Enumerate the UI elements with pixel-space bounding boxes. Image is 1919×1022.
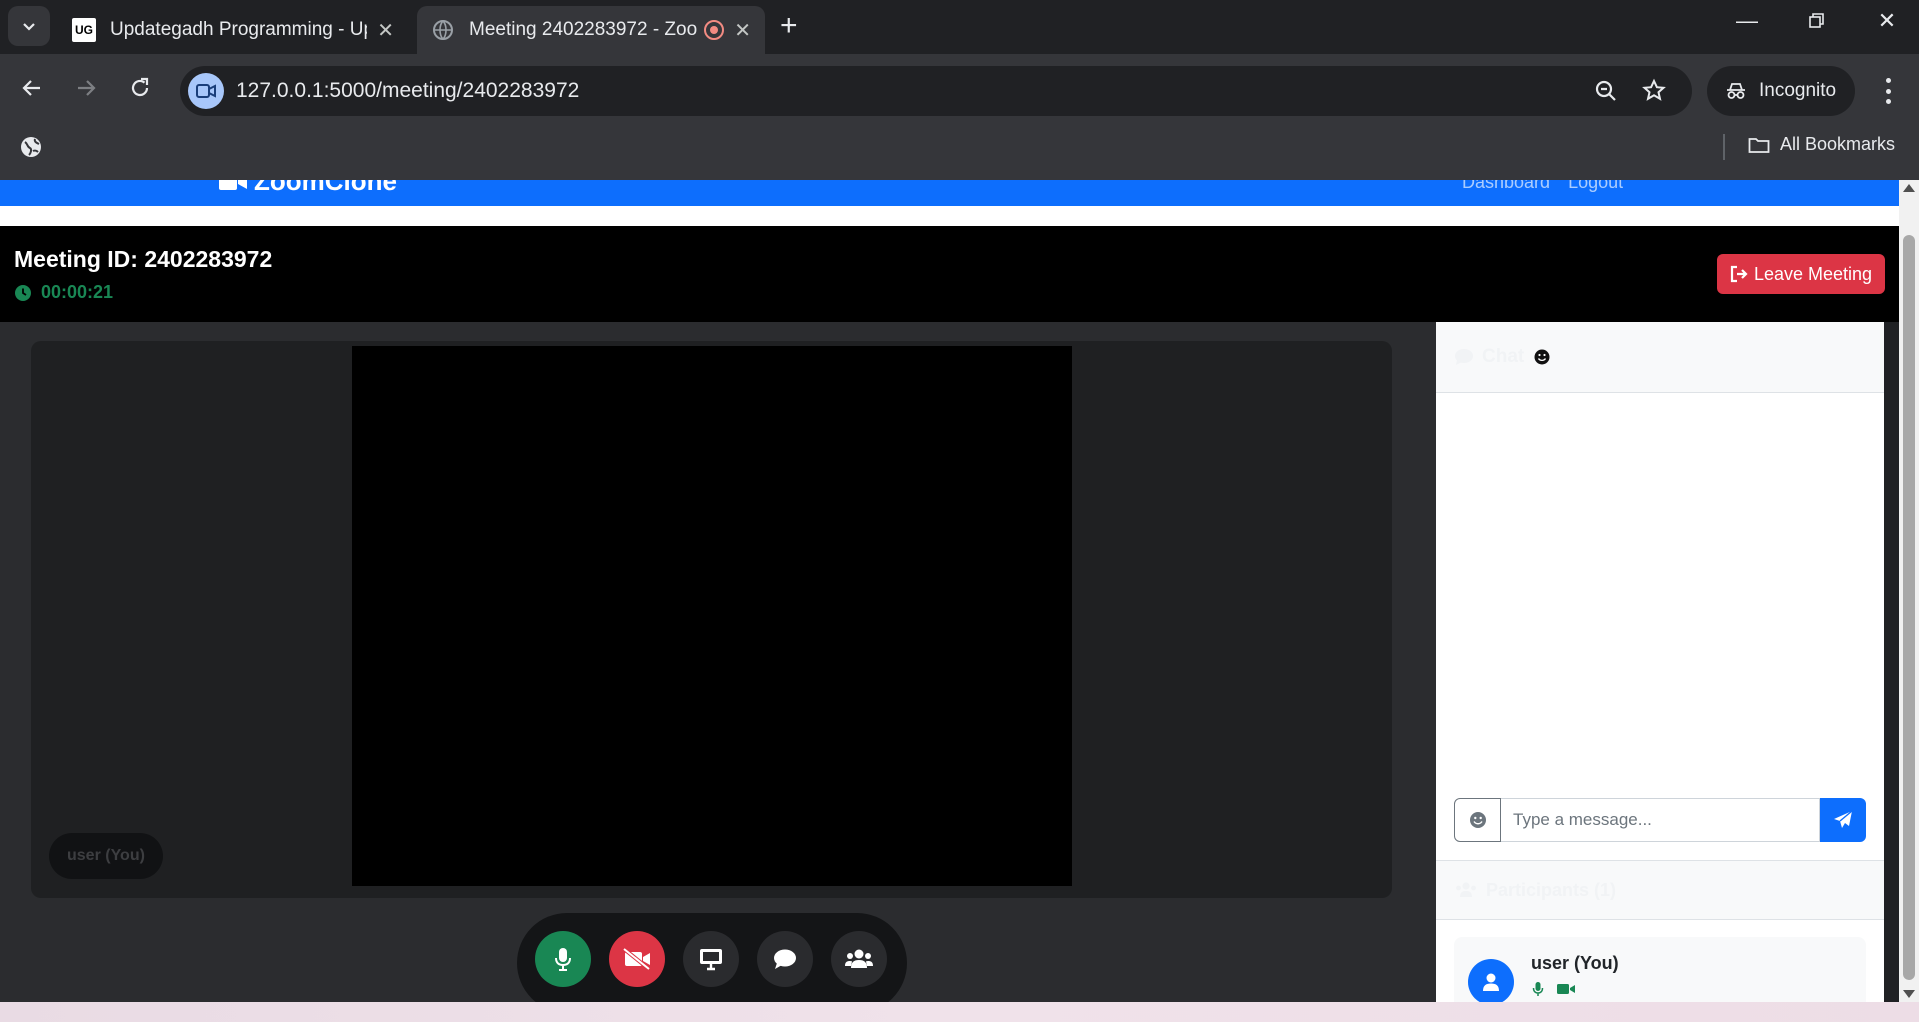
emoji-picker-button[interactable] <box>1454 798 1501 842</box>
camera-toggle-button[interactable] <box>609 931 665 987</box>
video-slash-icon <box>622 947 651 971</box>
comment-icon <box>774 949 796 969</box>
site-camera-icon[interactable] <box>188 73 224 109</box>
chat-input-group <box>1454 798 1866 842</box>
folder-icon <box>1748 137 1770 153</box>
arrow-left-icon <box>22 80 40 96</box>
video-camera-icon <box>219 180 247 190</box>
meeting-header: Meeting ID: 2402283972 00:00:21 Leave Me… <box>0 226 1899 322</box>
comment-icon <box>1455 349 1473 365</box>
chat-header: Chat <box>1436 322 1884 393</box>
mic-toggle-button[interactable] <box>535 931 591 987</box>
smiley-icon <box>1534 349 1550 365</box>
tab-search-button[interactable] <box>8 6 50 46</box>
zoom-icon[interactable] <box>1592 77 1620 105</box>
brand-label: ZoomClone <box>254 180 397 196</box>
chevron-down-icon <box>23 23 35 31</box>
smiley-icon <box>1469 812 1486 828</box>
desktop-icon <box>700 949 722 971</box>
scroll-up-icon[interactable] <box>1903 184 1915 192</box>
paper-plane-icon <box>1834 810 1853 828</box>
chat-message-input[interactable] <box>1501 798 1820 842</box>
globe-icon[interactable] <box>18 134 44 160</box>
clock-icon <box>15 284 31 301</box>
reload-button[interactable] <box>122 76 158 107</box>
leave-meeting-label: Leave Meeting <box>1753 263 1873 284</box>
all-bookmarks-button[interactable]: All Bookmarks <box>1748 134 1895 155</box>
globe-icon <box>433 20 453 40</box>
back-button[interactable] <box>14 76 50 107</box>
arrow-right-icon <box>78 80 96 96</box>
video-area: user (You) <box>0 322 1436 1002</box>
participants-header: Participants (1) <box>1436 860 1884 920</box>
user-icon <box>1483 973 1499 991</box>
app-brand[interactable]: ZoomClone <box>218 180 397 197</box>
incognito-icon <box>1727 83 1745 99</box>
updategadh-favicon-icon: UG <box>72 18 96 42</box>
participant-item: user (You) <box>1454 937 1866 1002</box>
page-viewport: ZoomClone Dashboard Logout Meeting ID: 2… <box>0 180 1899 1002</box>
sign-out-icon <box>1730 265 1748 283</box>
app-nav-links: Dashboard Logout <box>1462 180 1641 193</box>
timer-value: 00:00:21 <box>41 282 114 302</box>
close-icon[interactable]: ✕ <box>377 18 394 43</box>
local-video-feed <box>352 346 1072 886</box>
window-close-icon[interactable]: ✕ <box>1872 8 1902 34</box>
address-bar[interactable]: 127.0.0.1:5000/meeting/2402283972 <box>180 66 1692 116</box>
chat-title: Chat <box>1482 346 1525 367</box>
chat-toggle-button[interactable] <box>757 931 813 987</box>
more-menu-icon[interactable] <box>1876 74 1900 108</box>
url-text[interactable]: 127.0.0.1:5000/meeting/2402283972 <box>236 79 579 103</box>
video-camera-icon <box>1557 984 1575 994</box>
send-message-button[interactable] <box>1820 798 1866 842</box>
star-icon[interactable] <box>1640 77 1668 105</box>
browser-tab-bar: UG Updategadh Programming - Up ✕ Meeting… <box>0 0 1919 54</box>
browser-tab-meeting[interactable]: Meeting 2402283972 - Zoom ✕ <box>417 6 765 54</box>
browser-toolbar: 127.0.0.1:5000/meeting/2402283972 Incogn… <box>0 54 1919 180</box>
participants-toggle-button[interactable] <box>831 931 887 987</box>
new-tab-button[interactable]: + <box>780 10 798 42</box>
meeting-timer: 00:00:21 <box>14 282 113 303</box>
nav-link-logout[interactable]: Logout <box>1568 180 1623 193</box>
all-bookmarks-label: All Bookmarks <box>1780 134 1896 154</box>
participant-status <box>1532 981 1588 997</box>
page-scrollbar[interactable] <box>1899 180 1919 1002</box>
participants-title: Participants (1) <box>1486 879 1617 900</box>
leave-meeting-button[interactable]: Leave Meeting <box>1717 254 1885 294</box>
scrollbar-thumb[interactable] <box>1903 235 1915 980</box>
microphone-icon <box>1532 982 1544 996</box>
nav-link-dashboard[interactable]: Dashboard <box>1462 180 1550 193</box>
users-icon <box>1456 882 1476 897</box>
scroll-down-icon[interactable] <box>1903 990 1915 998</box>
participant-name: user (You) <box>1531 953 1619 973</box>
restore-icon[interactable] <box>1802 8 1832 36</box>
tab-title: Meeting 2402283972 - Zoom <box>469 19 699 40</box>
microphone-icon <box>555 948 571 971</box>
meeting-id-title: Meeting ID: 2402283972 <box>14 246 273 272</box>
local-video-name-tag: user (You) <box>49 833 163 879</box>
users-icon <box>845 949 873 968</box>
page-spacer <box>0 206 1899 226</box>
recording-indicator-icon <box>704 20 725 40</box>
incognito-button[interactable]: Incognito <box>1707 66 1855 116</box>
local-video-tile: user (You) <box>31 341 1392 898</box>
browser-tab-updategadh[interactable]: UG Updategadh Programming - Up ✕ <box>58 6 408 54</box>
forward-button[interactable] <box>68 76 104 107</box>
side-panel: Chat Participants (1) use <box>1436 322 1884 1002</box>
avatar <box>1468 959 1514 1002</box>
screen-share-button[interactable] <box>683 931 739 987</box>
os-taskbar <box>0 1002 1919 1022</box>
incognito-label: Incognito <box>1759 80 1837 101</box>
reload-icon <box>131 77 149 97</box>
minimize-icon[interactable]: — <box>1732 8 1762 34</box>
app-navbar: ZoomClone Dashboard Logout <box>0 180 1899 206</box>
tab-title: Updategadh Programming - Up <box>110 19 368 40</box>
close-icon[interactable]: ✕ <box>734 18 751 43</box>
meeting-controls-bar <box>517 913 907 1002</box>
bookmarks-separator <box>1723 134 1725 160</box>
